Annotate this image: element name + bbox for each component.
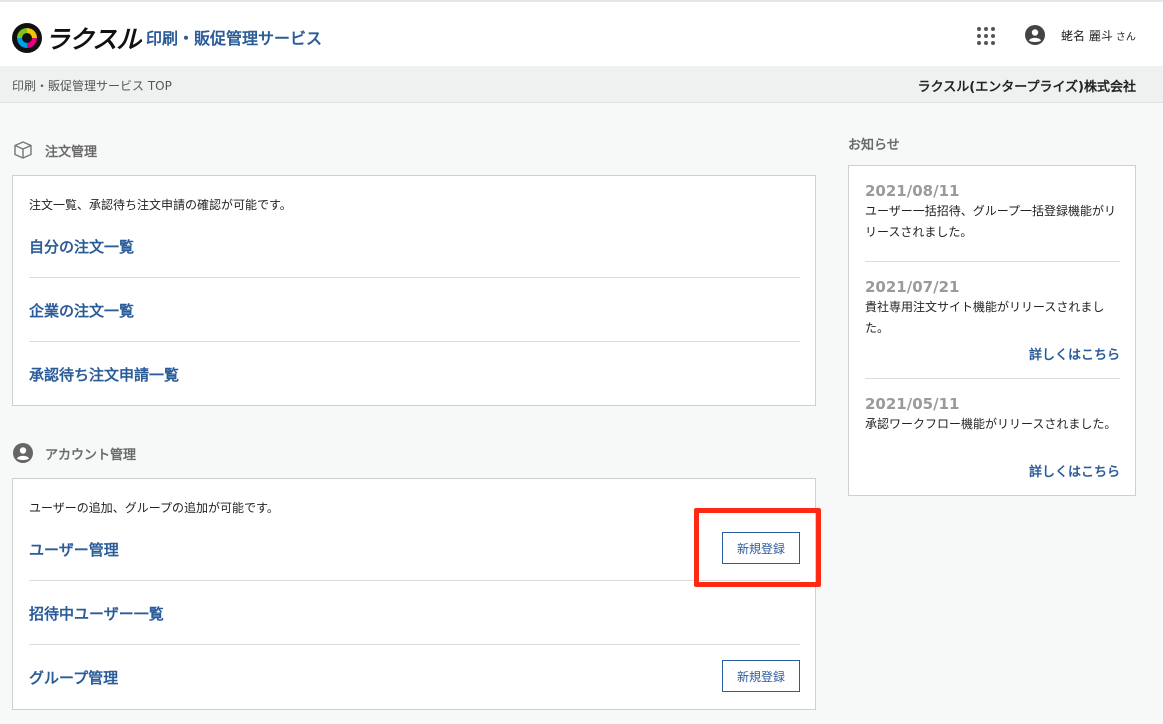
user-suffix: さん	[1115, 32, 1136, 43]
user-name[interactable]: 蛯名 麗斗 さん	[1061, 27, 1136, 44]
user-name-text: 蛯名 麗斗	[1061, 29, 1113, 43]
news-date: 2021/07/21	[865, 278, 960, 296]
news-item: 2021/05/11 承認ワークフロー機能がリリースされました。 詳しくはこちら	[865, 395, 1120, 485]
account-description: ユーザーの追加、グループの追加が可能です。	[29, 501, 279, 515]
pending-approval-link[interactable]: 承認待ち注文申請一覧	[29, 364, 179, 385]
new-group-button[interactable]: 新規登録	[722, 660, 800, 692]
box-icon	[13, 140, 33, 160]
news-date: 2021/05/11	[865, 395, 960, 413]
raksul-logo[interactable]: ラクスル	[12, 20, 141, 56]
news-item: 2021/07/21 貴社専用注文サイト機能がリリースされました。 詳しくはこち…	[865, 278, 1120, 379]
news-date: 2021/08/11	[865, 182, 960, 200]
news-more-link[interactable]: 詳しくはこちら	[1029, 461, 1120, 480]
news-item: 2021/08/11 ユーザー一括招待、グループ一括登録機能がリリースされました…	[865, 182, 1120, 262]
order-link-row: 企業の注文一覧	[29, 278, 800, 342]
logo-mark-icon	[12, 23, 42, 53]
company-name: ラクスル(エンタープライズ)株式会社	[917, 80, 1136, 95]
account-section-title: アカウント管理	[13, 443, 136, 463]
order-description: 注文一覧、承認待ち注文申請の確認が可能です。	[29, 198, 292, 212]
account-link-row: 招待中ユーザー一覧	[29, 581, 800, 645]
news-more-link[interactable]: 詳しくはこちら	[1029, 344, 1120, 363]
account-section-label: アカウント管理	[45, 447, 137, 463]
user-circle-icon	[13, 443, 33, 463]
logo-text: ラクスル	[45, 25, 141, 54]
news-title: お知らせ	[848, 138, 900, 153]
new-user-button[interactable]: 新規登録	[722, 532, 800, 564]
breadcrumb[interactable]: 印刷・販促管理サービス TOP	[12, 77, 172, 94]
invited-users-link[interactable]: 招待中ユーザー一覧	[29, 603, 164, 624]
order-link-row: 承認待ち注文申請一覧	[29, 342, 800, 406]
news-card: 2021/08/11 ユーザー一括招待、グループ一括登録機能がリリースされました…	[848, 165, 1136, 496]
sub-bar: 印刷・販促管理サービス TOP ラクスル(エンタープライズ)株式会社	[0, 66, 1163, 103]
user-management-link[interactable]: ユーザー管理	[29, 539, 119, 560]
news-text: ユーザー一括招待、グループ一括登録機能がリリースされました。	[865, 204, 1117, 239]
company-orders-link[interactable]: 企業の注文一覧	[29, 300, 134, 321]
user-circle-icon[interactable]	[1025, 25, 1045, 45]
top-header: ラクスル 印刷・販促管理サービス 蛯名 麗斗 さん	[0, 0, 1163, 66]
service-name[interactable]: 印刷・販促管理サービス	[146, 25, 322, 49]
news-text: 貴社専用注文サイト機能がリリースされました。	[865, 300, 1105, 335]
order-section-title: 注文管理	[13, 140, 97, 160]
order-section-label: 注文管理	[45, 144, 98, 160]
grid-dots-icon[interactable]	[977, 27, 995, 45]
group-management-link[interactable]: グループ管理	[29, 667, 118, 688]
account-link-row: グループ管理 新規登録	[29, 645, 800, 709]
account-card: ユーザーの追加、グループの追加が可能です。 ユーザー管理 新規登録 招待中ユーザ…	[12, 478, 816, 710]
order-link-row: 自分の注文一覧	[29, 214, 800, 278]
account-link-row: ユーザー管理 新規登録	[29, 517, 800, 581]
my-orders-link[interactable]: 自分の注文一覧	[29, 236, 134, 257]
news-text: 承認ワークフロー機能がリリースされました。	[865, 417, 1117, 431]
order-card: 注文一覧、承認待ち注文申請の確認が可能です。 自分の注文一覧 企業の注文一覧 承…	[12, 175, 816, 406]
